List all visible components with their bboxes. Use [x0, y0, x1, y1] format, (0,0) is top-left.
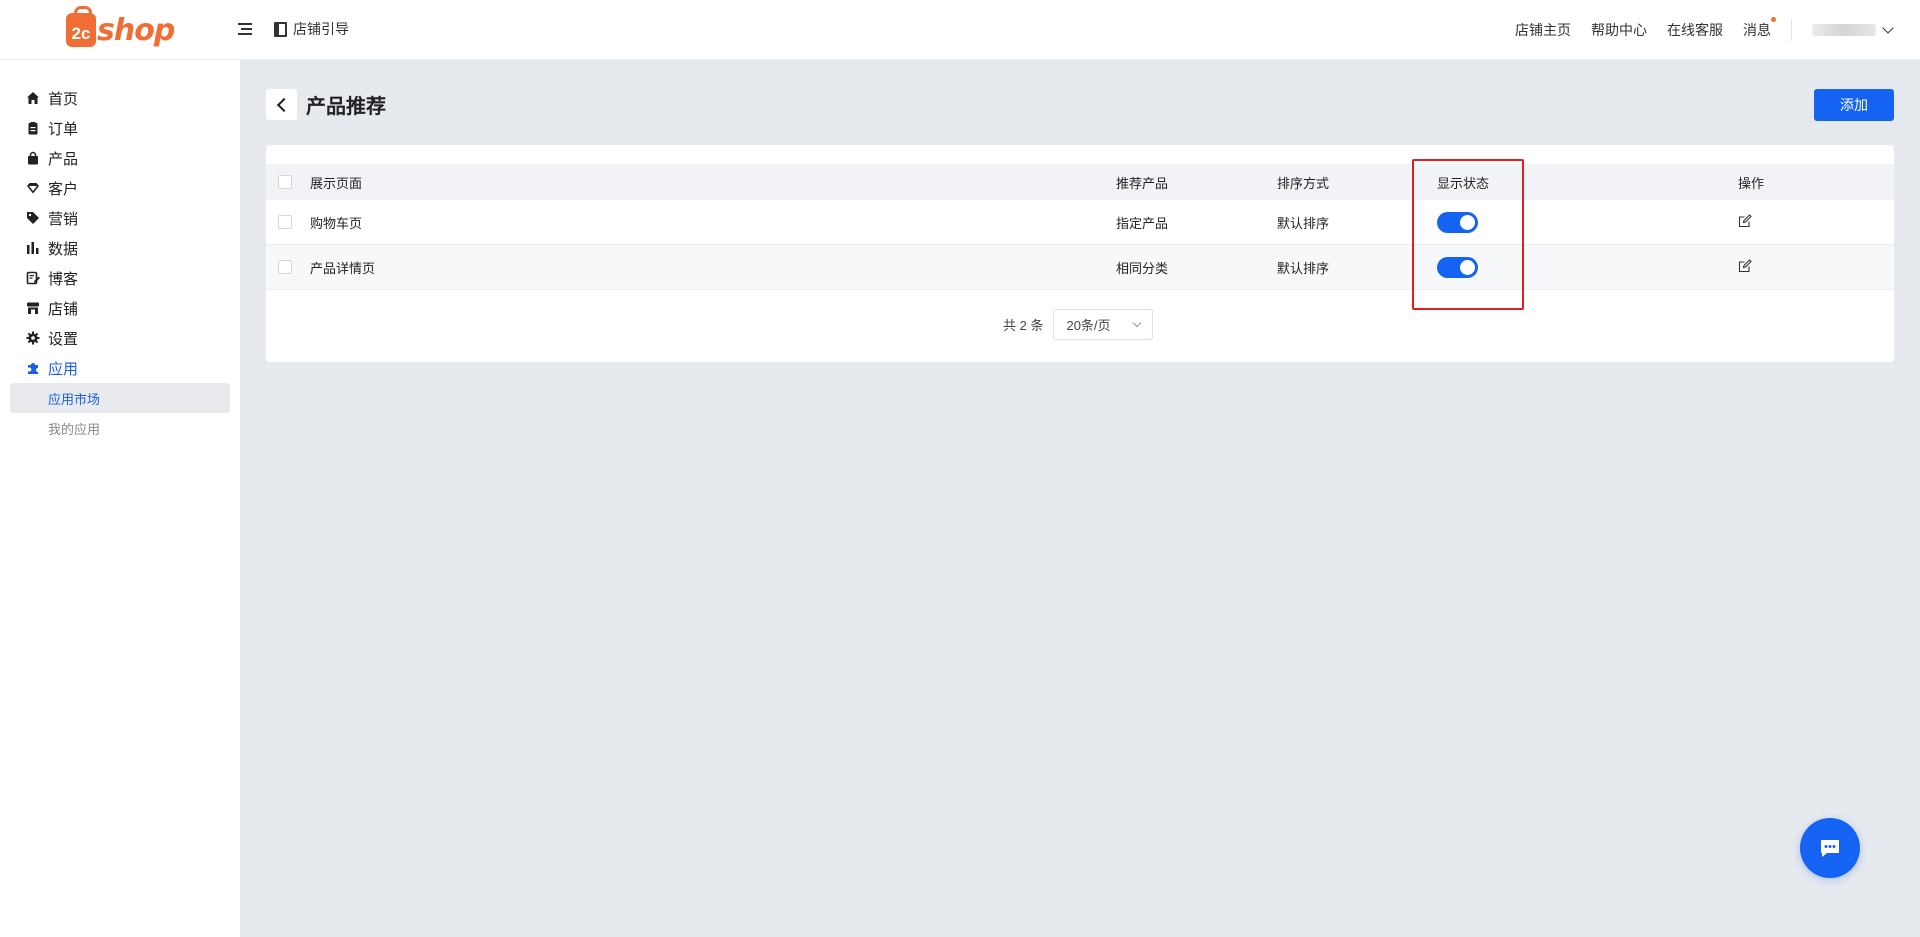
row-checkbox[interactable]: [278, 215, 292, 229]
sidebar-item-marketing[interactable]: 营销: [0, 203, 240, 233]
sidebar-item-data[interactable]: 数据: [0, 233, 240, 263]
sidebar-item-label: 设置: [48, 330, 79, 348]
sidebar-item-label: 订单: [48, 120, 79, 138]
col-display-status: 显示状态: [1437, 175, 1490, 191]
col-recommended-product: 推荐产品: [1116, 175, 1169, 191]
sidebar-item-label: 数据: [48, 240, 79, 258]
pagination: 共 2 条 20条/页: [1003, 309, 1154, 340]
sidebar-item-label: 应用: [48, 360, 79, 378]
sidebar-item-customers[interactable]: 客户: [0, 173, 240, 203]
sidebar-item-blog[interactable]: 博客: [0, 263, 240, 293]
page-title: 产品推荐: [306, 96, 386, 118]
sidebar-item-products[interactable]: 产品: [0, 143, 240, 173]
sidebar-item-label: 营销: [48, 210, 79, 228]
clipboard-icon: [26, 121, 40, 135]
table-row: 产品详情页 相同分类 默认排序: [266, 245, 1894, 290]
online-support-link[interactable]: 在线客服: [1667, 20, 1723, 40]
sidebar: 首页 订单 产品 客户 营销 数据 博客 店铺 设置 应用 应用市场 我的应用: [0, 60, 240, 937]
sidebar-item-home[interactable]: 首页: [0, 83, 240, 113]
cell-display-page: 购物车页: [310, 215, 363, 231]
total-count: 共 2 条: [1003, 318, 1044, 333]
sidebar-item-apps[interactable]: 应用: [0, 353, 240, 383]
sidebar-item-settings[interactable]: 设置: [0, 323, 240, 353]
chat-button[interactable]: [1800, 818, 1860, 878]
store-home-link[interactable]: 店铺主页: [1515, 20, 1571, 40]
top-bar: 2c shop 店铺引导 店铺主页 帮助中心 在线客服 消息: [0, 0, 1920, 60]
home-icon: [26, 91, 40, 105]
recommendation-table-card: 展示页面 推荐产品 排序方式 显示状态 操作 购物车页 指定产品 默认排序 产品…: [266, 145, 1894, 362]
sidebar-item-label: 博客: [48, 270, 79, 288]
sidebar-item-store[interactable]: 店铺: [0, 293, 240, 323]
puzzle-icon: [26, 361, 40, 375]
user-name-blurred: [1812, 24, 1876, 36]
page-size-select[interactable]: 20条/页: [1053, 309, 1154, 340]
bag-icon: [26, 151, 40, 165]
tag-icon: [26, 211, 40, 225]
logo-mark: 2c: [66, 6, 96, 47]
back-button[interactable]: [266, 89, 297, 120]
chevron-down-icon: [1882, 22, 1894, 34]
chevron-left-icon: [276, 97, 291, 112]
unread-dot: [1771, 17, 1776, 22]
sidebar-item-label: 店铺: [48, 300, 79, 318]
help-center-link[interactable]: 帮助中心: [1591, 20, 1647, 40]
edit-icon[interactable]: [1738, 213, 1752, 228]
logo[interactable]: 2c shop: [66, 6, 175, 50]
table-header: 展示页面 推荐产品 排序方式 显示状态 操作: [266, 164, 1894, 200]
top-nav: 店铺主页 帮助中心 在线客服 消息: [1515, 0, 1920, 60]
display-status-toggle[interactable]: [1437, 256, 1478, 278]
edit-icon[interactable]: [1738, 258, 1752, 273]
cell-recommended-product: 指定产品: [1116, 215, 1169, 231]
cell-display-page: 产品详情页: [310, 260, 376, 276]
user-menu[interactable]: [1812, 22, 1894, 36]
page-size-value: 20条/页: [1066, 318, 1111, 333]
page-header: 产品推荐: [266, 89, 386, 120]
cell-sort-method: 默认排序: [1277, 260, 1330, 276]
logo-text: shop: [97, 12, 175, 48]
sidebar-item-label: 客户: [48, 180, 79, 198]
store-guide-link[interactable]: 店铺引导: [274, 19, 349, 39]
sidebar-item-label: 产品: [48, 150, 79, 168]
col-sort-method: 排序方式: [1277, 175, 1330, 191]
book-icon: [274, 21, 287, 37]
sidebar-subitem-my-apps[interactable]: 我的应用: [10, 413, 230, 443]
chat-icon: [1821, 840, 1839, 857]
store-guide-label: 店铺引导: [293, 21, 349, 37]
chevron-down-icon: [1133, 318, 1142, 327]
sidebar-item-orders[interactable]: 订单: [0, 113, 240, 143]
sidebar-subitem-app-market[interactable]: 应用市场: [10, 383, 230, 413]
display-status-toggle[interactable]: [1437, 211, 1478, 233]
cell-recommended-product: 相同分类: [1116, 260, 1169, 276]
header-divider: [1791, 19, 1792, 41]
select-all-checkbox[interactable]: [278, 175, 292, 189]
sidebar-item-label: 首页: [48, 90, 79, 108]
messages-label: 消息: [1743, 22, 1771, 38]
col-actions: 操作: [1738, 175, 1765, 191]
menu-toggle-icon[interactable]: [238, 20, 256, 38]
add-button[interactable]: 添加: [1814, 89, 1894, 121]
gear-icon: [26, 331, 40, 345]
bar-chart-icon: [26, 241, 40, 255]
cell-sort-method: 默认排序: [1277, 215, 1330, 231]
row-checkbox[interactable]: [278, 260, 292, 274]
gem-icon: [26, 181, 40, 195]
recommendation-table: 展示页面 推荐产品 排序方式 显示状态 操作 购物车页 指定产品 默认排序 产品…: [266, 164, 1894, 290]
store-icon: [26, 301, 40, 315]
messages-link[interactable]: 消息: [1743, 17, 1776, 40]
col-display-page: 展示页面: [310, 175, 363, 191]
table-row: 购物车页 指定产品 默认排序: [266, 200, 1894, 245]
edit-note-icon: [26, 271, 40, 285]
